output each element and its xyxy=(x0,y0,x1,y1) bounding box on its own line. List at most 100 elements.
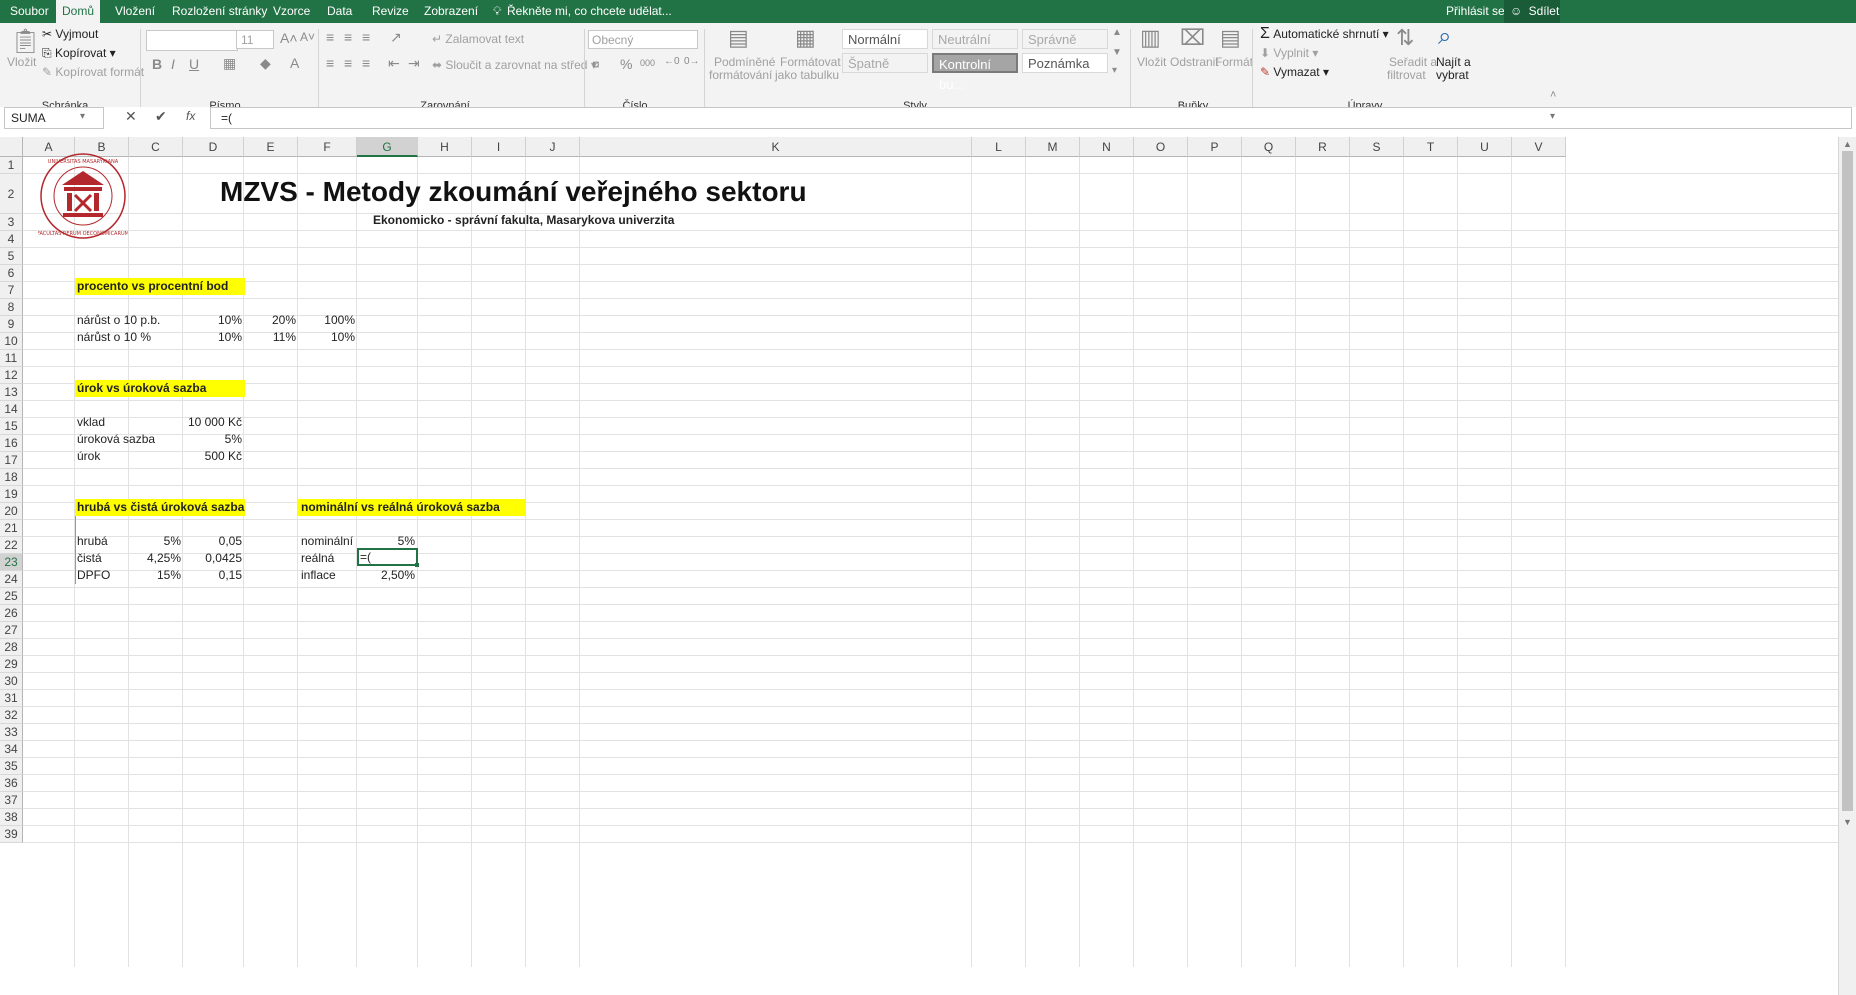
collapse-ribbon-icon[interactable]: ˄ xyxy=(1550,89,1556,101)
styles-more-icon[interactable]: ▾ xyxy=(1112,65,1117,76)
row-header-1[interactable]: 1 xyxy=(0,157,23,174)
scroll-up-icon[interactable]: ▲ xyxy=(1843,139,1852,149)
find-select-icon[interactable]: ⌕ xyxy=(1438,23,1451,51)
copy-button[interactable]: ⎘ Kopírovat ▾ xyxy=(42,46,116,61)
number-format-select[interactable]: Obecný xyxy=(588,30,698,49)
styles-scroll-up-icon[interactable]: ▲ xyxy=(1112,27,1122,38)
style-good[interactable]: Správně xyxy=(1022,29,1108,49)
align-left-icon[interactable]: ≡ xyxy=(326,55,334,71)
cancel-icon[interactable]: ✕ xyxy=(125,108,137,125)
tell-me-search[interactable]: Řekněte mi, co chcete udělat... xyxy=(507,0,672,23)
row-header-36[interactable]: 36 xyxy=(0,775,23,792)
worksheet-grid[interactable]: ABCDEFGHIJKLMNOPQRSTUV 1 2 3 4 5 6 7 8 9 10 11 12 13… xyxy=(0,137,1838,967)
insert-cells-icon[interactable]: ▥ xyxy=(1140,25,1161,51)
style-check-cell[interactable]: Kontrolní bu... xyxy=(932,53,1018,92)
column-header-K[interactable]: K xyxy=(580,137,972,157)
sign-in-link[interactable]: Přihlásit se xyxy=(1446,0,1505,23)
row-header-32[interactable]: 32 xyxy=(0,707,23,724)
column-header-E[interactable]: E xyxy=(244,137,298,157)
column-header-U[interactable]: U xyxy=(1458,137,1512,157)
fill-button[interactable]: ⬇ Vyplnit ▾ xyxy=(1260,46,1318,60)
grow-font-icon[interactable]: A˄ xyxy=(280,30,298,46)
select-all-corner[interactable] xyxy=(0,137,23,157)
tab-soubor[interactable]: Soubor xyxy=(10,0,49,23)
enter-icon[interactable]: ✔ xyxy=(155,108,167,125)
row-header-16[interactable]: 16 xyxy=(0,435,23,452)
row-header-3[interactable]: 3 xyxy=(0,214,23,231)
fill-handle[interactable] xyxy=(415,563,419,567)
align-middle-icon[interactable]: ≡ xyxy=(344,29,352,45)
column-header-J[interactable]: J xyxy=(526,137,580,157)
row-header-15[interactable]: 15 xyxy=(0,418,23,435)
column-header-R[interactable]: R xyxy=(1296,137,1350,157)
orientation-icon[interactable]: ↗ xyxy=(390,29,402,46)
row-header-22[interactable]: 22 xyxy=(0,537,23,554)
styles-scroll-down-icon[interactable]: ▼ xyxy=(1112,47,1122,58)
row-header-19[interactable]: 19 xyxy=(0,486,23,503)
delete-cells-button[interactable]: Odstranit xyxy=(1170,55,1219,69)
column-header-P[interactable]: P xyxy=(1188,137,1242,157)
insert-function-icon[interactable]: fx xyxy=(186,109,195,123)
tab-rozlozeni-stranky[interactable]: Rozložení stránky xyxy=(172,0,267,23)
row-header-33[interactable]: 33 xyxy=(0,724,23,741)
column-header-I[interactable]: I xyxy=(472,137,526,157)
column-header-V[interactable]: V xyxy=(1512,137,1566,157)
row-header-9[interactable]: 9 xyxy=(0,316,23,333)
formula-input[interactable]: =( xyxy=(210,107,1852,129)
font-name-select[interactable] xyxy=(146,30,238,51)
conditional-formatting-icon[interactable]: ▤ xyxy=(728,25,749,51)
tab-zobrazeni[interactable]: Zobrazení xyxy=(424,0,478,23)
currency-icon[interactable]: ¤ xyxy=(592,56,600,72)
row-header-31[interactable]: 31 xyxy=(0,690,23,707)
row-header-11[interactable]: 11 xyxy=(0,350,23,367)
column-header-L[interactable]: L xyxy=(972,137,1026,157)
style-note[interactable]: Poznámka xyxy=(1022,53,1108,73)
row-header-24[interactable]: 24 xyxy=(0,571,23,588)
name-box-dropdown-icon[interactable]: ▾ xyxy=(80,111,85,122)
fill-color-icon[interactable]: ◆ xyxy=(260,55,271,72)
bold-button[interactable]: B xyxy=(152,56,162,72)
expand-formula-icon[interactable]: ▾ xyxy=(1550,111,1555,122)
align-bottom-icon[interactable]: ≡ xyxy=(362,29,370,45)
find-select-button[interactable]: Najít a xyxy=(1436,55,1471,69)
tab-vzorce[interactable]: Vzorce xyxy=(273,0,310,23)
align-right-icon[interactable]: ≡ xyxy=(362,55,370,71)
row-header-2[interactable]: 2 xyxy=(0,174,23,214)
column-header-T[interactable]: T xyxy=(1404,137,1458,157)
increase-decimal-icon[interactable]: ←0 xyxy=(664,56,680,67)
row-header-30[interactable]: 30 xyxy=(0,673,23,690)
column-header-O[interactable]: O xyxy=(1134,137,1188,157)
row-header-18[interactable]: 18 xyxy=(0,469,23,486)
style-bad[interactable]: Špatně xyxy=(842,53,928,73)
row-header-23[interactable]: 23 xyxy=(0,554,23,571)
shrink-font-icon[interactable]: A˅ xyxy=(300,30,315,44)
thousands-button[interactable]: 000 xyxy=(640,58,655,68)
row-header-28[interactable]: 28 xyxy=(0,639,23,656)
row-header-25[interactable]: 25 xyxy=(0,588,23,605)
font-color-icon[interactable]: A xyxy=(290,55,299,71)
format-as-table-icon[interactable]: ▦ xyxy=(795,25,816,51)
tab-domu[interactable]: Domů xyxy=(56,0,100,23)
row-header-17[interactable]: 17 xyxy=(0,452,23,469)
cut-button[interactable]: ✂ Vyjmout xyxy=(42,27,98,41)
column-header-H[interactable]: H xyxy=(418,137,472,157)
delete-cells-icon[interactable]: ⌧ xyxy=(1180,25,1205,51)
row-header-26[interactable]: 26 xyxy=(0,605,23,622)
column-header-C[interactable]: C xyxy=(129,137,183,157)
row-header-39[interactable]: 39 xyxy=(0,826,23,843)
decrease-decimal-icon[interactable]: 0→ xyxy=(684,56,700,67)
align-center-icon[interactable]: ≡ xyxy=(344,55,352,71)
scroll-thumb[interactable] xyxy=(1842,151,1853,811)
row-header-14[interactable]: 14 xyxy=(0,401,23,418)
row-header-27[interactable]: 27 xyxy=(0,622,23,639)
sort-filter-button[interactable]: Seřadit a xyxy=(1389,55,1437,69)
align-top-icon[interactable]: ≡ xyxy=(326,29,334,45)
row-header-37[interactable]: 37 xyxy=(0,792,23,809)
name-box[interactable]: SUMA xyxy=(4,107,104,129)
column-header-G[interactable]: G xyxy=(357,137,418,157)
sort-filter-icon[interactable]: ⇅ xyxy=(1396,25,1414,51)
conditional-formatting-button[interactable]: Podmíněné xyxy=(714,55,775,69)
row-header-35[interactable]: 35 xyxy=(0,758,23,775)
style-normal[interactable]: Normální xyxy=(842,29,928,49)
wrap-text-button[interactable]: ↵ Zalamovat text xyxy=(432,32,524,46)
